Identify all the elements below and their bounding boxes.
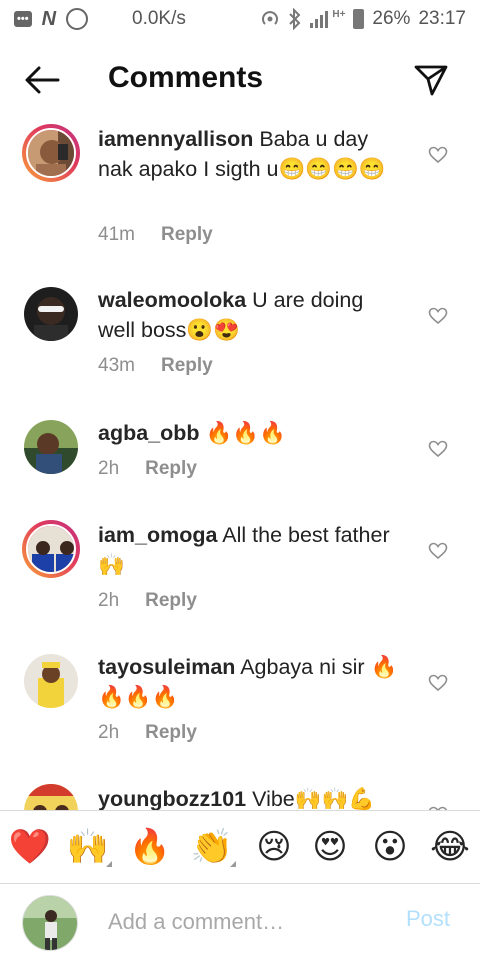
avatar[interactable] bbox=[22, 285, 80, 343]
comment-username[interactable]: iam_omoga bbox=[98, 523, 217, 547]
network-type: H+ bbox=[332, 8, 346, 20]
heart-emoji-glyph: ❤️ bbox=[8, 827, 52, 867]
network-speed: 0.0K/s bbox=[132, 8, 186, 29]
comment-meta: 2h Reply bbox=[98, 722, 197, 744]
hotspot-icon bbox=[262, 11, 279, 25]
message-icon: ••• bbox=[14, 11, 32, 27]
comment-time: 2h bbox=[98, 590, 120, 611]
reply-button[interactable]: Reply bbox=[145, 458, 197, 479]
comment-text: 🔥🔥🔥 bbox=[205, 421, 286, 445]
comment-username[interactable]: tayosuleiman bbox=[98, 655, 235, 679]
battery-level: 26% bbox=[372, 8, 411, 29]
clock: 23:17 bbox=[418, 8, 466, 29]
comment-text-block: tayosuleiman Agbaya ni sir 🔥🔥🔥🔥 bbox=[98, 652, 398, 712]
comment-list[interactable]: iamennyallison Baba u day nak apako I si… bbox=[0, 118, 480, 810]
comment-text-block: youngbozz101 Vibe🙌🙌💪 bbox=[98, 784, 398, 810]
avatar[interactable] bbox=[22, 520, 80, 578]
avatar[interactable] bbox=[22, 652, 80, 710]
laughing-emoji-glyph: 😂 bbox=[430, 827, 470, 867]
avatar[interactable] bbox=[22, 124, 80, 182]
comment-time: 41m bbox=[98, 224, 135, 245]
fire-emoji[interactable]: 🔥 bbox=[128, 825, 172, 869]
heart-outline-icon[interactable] bbox=[428, 146, 448, 164]
reply-button[interactable]: Reply bbox=[145, 590, 197, 611]
comment-time: 2h bbox=[98, 458, 120, 479]
post-button[interactable]: Post bbox=[406, 906, 450, 932]
arrow-left-icon[interactable] bbox=[22, 62, 62, 98]
comment-text: Vibe🙌🙌💪 bbox=[252, 787, 376, 810]
comment-input[interactable] bbox=[108, 904, 388, 940]
comment-meta: 43m Reply bbox=[98, 355, 213, 377]
comment-username[interactable]: iamennyallison bbox=[98, 127, 253, 151]
raised-hands-emoji[interactable]: 🙌 bbox=[66, 825, 112, 869]
skin-tone-indicator bbox=[230, 861, 236, 867]
bluetooth-icon bbox=[289, 8, 301, 30]
comment-time: 2h bbox=[98, 722, 120, 743]
heart-eyes-emoji[interactable]: 😍 bbox=[308, 825, 352, 869]
reply-button[interactable]: Reply bbox=[145, 722, 197, 743]
reply-button[interactable]: Reply bbox=[161, 224, 213, 245]
raised-hands-emoji-glyph: 🙌 bbox=[66, 827, 110, 867]
laughing-emoji[interactable]: 😂 bbox=[428, 825, 472, 869]
comment-text-block: waleomooloka U are doing well boss😮😍 bbox=[98, 285, 398, 345]
reply-button[interactable]: Reply bbox=[161, 355, 213, 376]
clapping-emoji-glyph: 👏 bbox=[190, 827, 234, 867]
avatar[interactable] bbox=[22, 418, 80, 476]
quick-reaction-bar: ❤️ 🙌 🔥 👏 😢 😍 😮 😂 bbox=[0, 810, 480, 884]
comment-text-block: agba_obb 🔥🔥🔥 bbox=[98, 418, 398, 448]
header: Comments bbox=[0, 52, 480, 108]
comment-username[interactable]: agba_obb bbox=[98, 421, 200, 445]
comment-username[interactable]: waleomooloka bbox=[98, 288, 246, 312]
whatsapp-icon bbox=[66, 8, 89, 30]
status-bar: ••• N 0.0K/s H+ 26% 23:17 bbox=[0, 0, 480, 38]
paper-plane-icon[interactable] bbox=[412, 62, 450, 98]
signal-icon bbox=[310, 10, 329, 28]
my-avatar bbox=[22, 895, 78, 951]
n-icon: N bbox=[41, 7, 57, 30]
battery-icon bbox=[353, 9, 365, 29]
comment-text-block: iam_omoga All the best father🙌 bbox=[98, 520, 398, 580]
skin-tone-indicator bbox=[106, 861, 112, 867]
comment-meta: 2h Reply bbox=[98, 590, 197, 612]
heart-outline-icon[interactable] bbox=[428, 440, 448, 458]
heart-outline-icon[interactable] bbox=[428, 674, 448, 692]
avatar[interactable] bbox=[22, 782, 80, 810]
surprised-emoji[interactable]: 😮 bbox=[368, 825, 412, 869]
clapping-emoji[interactable]: 👏 bbox=[190, 825, 236, 869]
sad-emoji-glyph: 😢 bbox=[256, 827, 292, 867]
fire-emoji-glyph: 🔥 bbox=[128, 827, 172, 867]
comment-meta: 2h Reply bbox=[98, 458, 197, 480]
heart-outline-icon[interactable] bbox=[428, 307, 448, 325]
heart-outline-icon[interactable] bbox=[428, 542, 448, 560]
sad-emoji[interactable]: 😢 bbox=[252, 825, 296, 869]
comment-username[interactable]: youngbozz101 bbox=[98, 787, 246, 810]
comment-meta: 41m Reply bbox=[98, 224, 213, 246]
comment-text-block: iamennyallison Baba u day nak apako I si… bbox=[98, 124, 398, 184]
comment-time: 43m bbox=[98, 355, 135, 376]
comment-composer: Post bbox=[0, 884, 480, 960]
surprised-emoji-glyph: 😮 bbox=[372, 827, 408, 867]
heart-emoji[interactable]: ❤️ bbox=[8, 825, 52, 869]
page-title: Comments bbox=[108, 61, 264, 94]
heart-eyes-emoji-glyph: 😍 bbox=[312, 827, 348, 867]
